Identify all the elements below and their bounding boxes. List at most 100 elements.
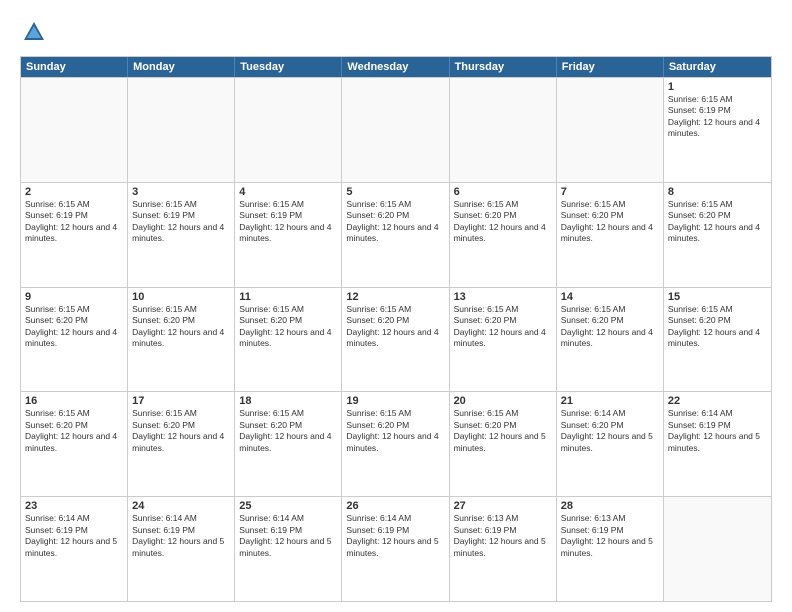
day-info: Sunrise: 6:15 AM Sunset: 6:20 PM Dayligh… — [454, 408, 552, 454]
day-number: 23 — [25, 500, 123, 512]
cal-cell — [450, 78, 557, 182]
day-info: Sunrise: 6:14 AM Sunset: 6:19 PM Dayligh… — [668, 408, 767, 454]
day-info: Sunrise: 6:15 AM Sunset: 6:20 PM Dayligh… — [561, 199, 659, 245]
header — [20, 18, 772, 46]
cal-header-friday: Friday — [557, 57, 664, 77]
day-number: 22 — [668, 395, 767, 407]
cal-row-4: 23Sunrise: 6:14 AM Sunset: 6:19 PM Dayli… — [21, 496, 771, 601]
day-number: 10 — [132, 291, 230, 303]
cal-cell — [342, 78, 449, 182]
day-number: 19 — [346, 395, 444, 407]
cal-cell: 14Sunrise: 6:15 AM Sunset: 6:20 PM Dayli… — [557, 288, 664, 392]
day-number: 6 — [454, 186, 552, 198]
day-info: Sunrise: 6:15 AM Sunset: 6:20 PM Dayligh… — [346, 199, 444, 245]
day-number: 16 — [25, 395, 123, 407]
cal-cell — [21, 78, 128, 182]
cal-cell: 3Sunrise: 6:15 AM Sunset: 6:19 PM Daylig… — [128, 183, 235, 287]
cal-cell: 9Sunrise: 6:15 AM Sunset: 6:20 PM Daylig… — [21, 288, 128, 392]
day-info: Sunrise: 6:15 AM Sunset: 6:20 PM Dayligh… — [25, 408, 123, 454]
day-info: Sunrise: 6:15 AM Sunset: 6:20 PM Dayligh… — [454, 199, 552, 245]
cal-cell: 22Sunrise: 6:14 AM Sunset: 6:19 PM Dayli… — [664, 392, 771, 496]
day-number: 9 — [25, 291, 123, 303]
cal-cell: 15Sunrise: 6:15 AM Sunset: 6:20 PM Dayli… — [664, 288, 771, 392]
cal-cell: 5Sunrise: 6:15 AM Sunset: 6:20 PM Daylig… — [342, 183, 449, 287]
day-number: 1 — [668, 81, 767, 93]
day-info: Sunrise: 6:14 AM Sunset: 6:20 PM Dayligh… — [561, 408, 659, 454]
cal-cell: 27Sunrise: 6:13 AM Sunset: 6:19 PM Dayli… — [450, 497, 557, 601]
day-number: 15 — [668, 291, 767, 303]
cal-cell: 16Sunrise: 6:15 AM Sunset: 6:20 PM Dayli… — [21, 392, 128, 496]
cal-cell: 12Sunrise: 6:15 AM Sunset: 6:20 PM Dayli… — [342, 288, 449, 392]
day-number: 27 — [454, 500, 552, 512]
day-number: 4 — [239, 186, 337, 198]
day-info: Sunrise: 6:15 AM Sunset: 6:20 PM Dayligh… — [454, 304, 552, 350]
day-info: Sunrise: 6:15 AM Sunset: 6:20 PM Dayligh… — [668, 304, 767, 350]
calendar-header-row: SundayMondayTuesdayWednesdayThursdayFrid… — [21, 57, 771, 77]
cal-header-tuesday: Tuesday — [235, 57, 342, 77]
calendar-body: 1Sunrise: 6:15 AM Sunset: 6:19 PM Daylig… — [21, 77, 771, 601]
logo-icon — [20, 18, 48, 46]
day-info: Sunrise: 6:15 AM Sunset: 6:20 PM Dayligh… — [239, 304, 337, 350]
cal-cell: 10Sunrise: 6:15 AM Sunset: 6:20 PM Dayli… — [128, 288, 235, 392]
cal-cell: 18Sunrise: 6:15 AM Sunset: 6:20 PM Dayli… — [235, 392, 342, 496]
day-info: Sunrise: 6:14 AM Sunset: 6:19 PM Dayligh… — [346, 513, 444, 559]
day-number: 12 — [346, 291, 444, 303]
day-info: Sunrise: 6:15 AM Sunset: 6:20 PM Dayligh… — [561, 304, 659, 350]
day-info: Sunrise: 6:15 AM Sunset: 6:19 PM Dayligh… — [132, 199, 230, 245]
day-number: 26 — [346, 500, 444, 512]
day-number: 21 — [561, 395, 659, 407]
logo — [20, 18, 52, 46]
day-number: 13 — [454, 291, 552, 303]
day-number: 7 — [561, 186, 659, 198]
day-info: Sunrise: 6:15 AM Sunset: 6:20 PM Dayligh… — [668, 199, 767, 245]
day-info: Sunrise: 6:14 AM Sunset: 6:19 PM Dayligh… — [132, 513, 230, 559]
cal-header-saturday: Saturday — [664, 57, 771, 77]
calendar: SundayMondayTuesdayWednesdayThursdayFrid… — [20, 56, 772, 602]
day-number: 25 — [239, 500, 337, 512]
cal-cell: 1Sunrise: 6:15 AM Sunset: 6:19 PM Daylig… — [664, 78, 771, 182]
day-info: Sunrise: 6:15 AM Sunset: 6:20 PM Dayligh… — [346, 408, 444, 454]
day-number: 24 — [132, 500, 230, 512]
day-info: Sunrise: 6:15 AM Sunset: 6:19 PM Dayligh… — [25, 199, 123, 245]
day-number: 28 — [561, 500, 659, 512]
day-number: 8 — [668, 186, 767, 198]
day-info: Sunrise: 6:15 AM Sunset: 6:19 PM Dayligh… — [239, 199, 337, 245]
cal-row-2: 9 Sunrise: 6:15 AM Sunset: 6:20 PM Daylig… — [21, 287, 771, 392]
cal-cell: 2Sunrise: 6:15 AM Sunset: 6:19 PM Daylig… — [21, 183, 128, 287]
day-info: Sunrise: 6:15 AM Sunset: 6:20 PM Dayligh… — [346, 304, 444, 350]
day-info: Sunrise: 6:14 AM Sunset: 6:19 PM Dayligh… — [25, 513, 123, 559]
cal-cell: 25Sunrise: 6:14 AM Sunset: 6:19 PM Dayli… — [235, 497, 342, 601]
cal-cell — [664, 497, 771, 601]
cal-cell: 20Sunrise: 6:15 AM Sunset: 6:20 PM Dayli… — [450, 392, 557, 496]
cal-cell: 13Sunrise: 6:15 AM Sunset: 6:20 PM Dayli… — [450, 288, 557, 392]
cal-row-1: 2Sunrise: 6:15 AM Sunset: 6:19 PM Daylig… — [21, 182, 771, 287]
cal-cell: 23Sunrise: 6:14 AM Sunset: 6:19 PM Dayli… — [21, 497, 128, 601]
cal-cell: 19Sunrise: 6:15 AM Sunset: 6:20 PM Dayli… — [342, 392, 449, 496]
day-info: Sunrise: 6:15 AM Sunset: 6:20 PM Dayligh… — [132, 408, 230, 454]
cal-cell: 28Sunrise: 6:13 AM Sunset: 6:19 PM Dayli… — [557, 497, 664, 601]
cal-cell: 17Sunrise: 6:15 AM Sunset: 6:20 PM Dayli… — [128, 392, 235, 496]
cal-cell: 4Sunrise: 6:15 AM Sunset: 6:19 PM Daylig… — [235, 183, 342, 287]
day-number: 3 — [132, 186, 230, 198]
cal-cell: 21Sunrise: 6:14 AM Sunset: 6:20 PM Dayli… — [557, 392, 664, 496]
day-info: Sunrise: 6:13 AM Sunset: 6:19 PM Dayligh… — [561, 513, 659, 559]
cal-header-wednesday: Wednesday — [342, 57, 449, 77]
day-number: 11 — [239, 291, 337, 303]
cal-header-sunday: Sunday — [21, 57, 128, 77]
day-number: 5 — [346, 186, 444, 198]
cal-cell: 8Sunrise: 6:15 AM Sunset: 6:20 PM Daylig… — [664, 183, 771, 287]
cal-cell: 24Sunrise: 6:14 AM Sunset: 6:19 PM Dayli… — [128, 497, 235, 601]
day-number: 2 — [25, 186, 123, 198]
day-info: Sunrise: 6:15 AM Sunset: 6:20 PM Dayligh… — [239, 408, 337, 454]
day-number: 14 — [561, 291, 659, 303]
page: SundayMondayTuesdayWednesdayThursdayFrid… — [0, 0, 792, 612]
cal-cell — [557, 78, 664, 182]
day-info: Sunrise: 6:14 AM Sunset: 6:19 PM Dayligh… — [239, 513, 337, 559]
day-info: Sunrise: 6:15 AM Sunset: 6:19 PM Dayligh… — [668, 94, 767, 140]
cal-cell — [235, 78, 342, 182]
cal-cell — [128, 78, 235, 182]
day-number: 17 — [132, 395, 230, 407]
cal-row-0: 1Sunrise: 6:15 AM Sunset: 6:19 PM Daylig… — [21, 77, 771, 182]
cal-cell: 11Sunrise: 6:15 AM Sunset: 6:20 PM Dayli… — [235, 288, 342, 392]
day-info: Sunrise: 6:15 AM Sunset: 6:20 PM Dayligh… — [132, 304, 230, 350]
